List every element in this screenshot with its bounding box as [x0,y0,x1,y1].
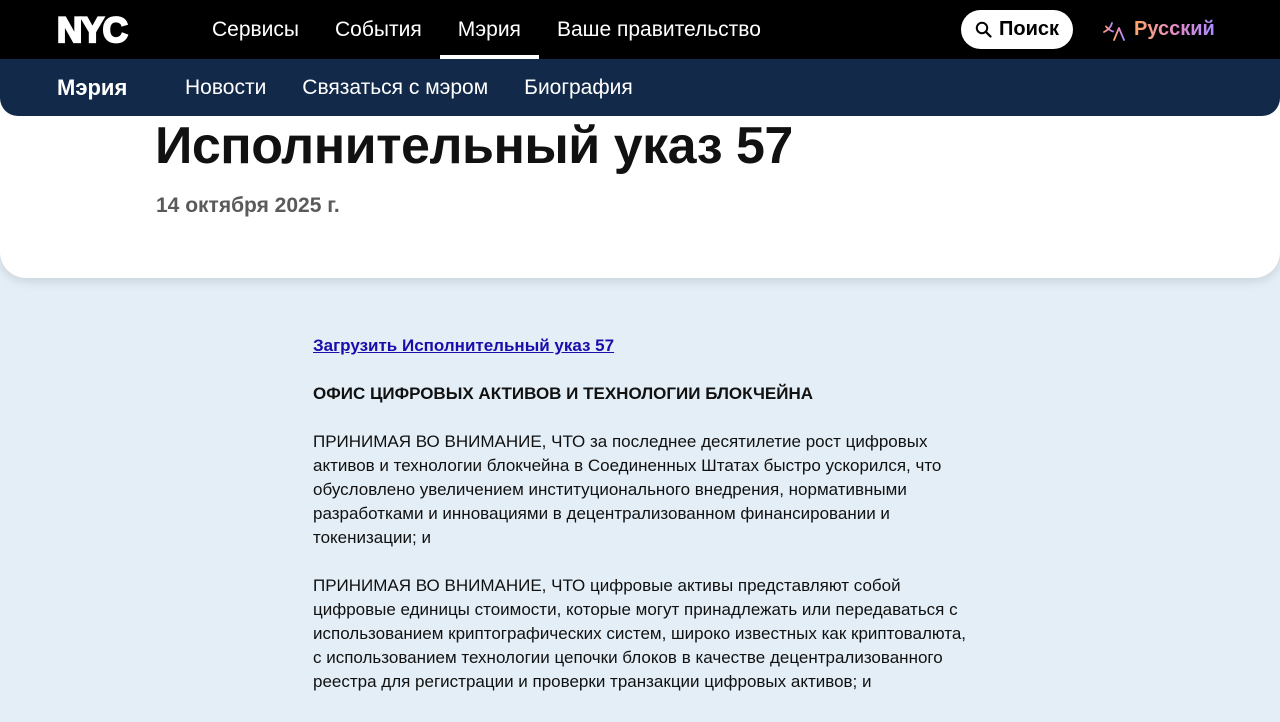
publish-date: 14 октября 2025 г. [156,194,340,217]
section-title[interactable]: Мэрия [57,59,127,116]
nyc-logo[interactable]: NYC [57,14,149,46]
page-title: Исполнительный указ 57 [155,117,793,175]
subnav-item-news[interactable]: Новости [185,59,266,116]
nav-item-your-government[interactable]: Ваше правительство [539,0,779,59]
order-heading: ОФИС ЦИФРОВЫХ АКТИВОВ И ТЕХНОЛОГИИ БЛОКЧ… [313,384,814,403]
nyc-logo-text: NYC [57,14,128,46]
section-nav: Новости Связаться с мэром Биография [185,59,633,116]
nav-item-mayor-office[interactable]: Мэрия [439,0,540,59]
top-navigation-bar: NYC Сервисы События Мэрия Ваше правитель… [0,0,1280,59]
secondary-navigation-bar: Мэрия Новости Связаться с мэром Биографи… [0,59,1280,116]
search-button[interactable]: Поиск [961,10,1073,49]
main-nav: Сервисы События Мэрия Ваше правительство [194,0,779,59]
executive-order-body: Загрузить Исполнительный указ 57 ОФИС ЦИ… [313,334,973,718]
subnav-item-contact-mayor[interactable]: Связаться с мэром [302,59,488,116]
nav-item-services[interactable]: Сервисы [194,0,317,59]
whereas-paragraph-1: ПРИНИМАЯ ВО ВНИМАНИЕ, ЧТО за последнее д… [313,432,942,547]
whereas-paragraph-2: ПРИНИМАЯ ВО ВНИМАНИЕ, ЧТО цифровые актив… [313,576,967,691]
language-label: Русский [1134,18,1215,40]
translate-icon [1102,19,1125,41]
subnav-item-biography[interactable]: Биография [524,59,633,116]
search-icon [975,21,992,38]
download-order-link[interactable]: Загрузить Исполнительный указ 57 [313,336,614,355]
nav-item-events[interactable]: События [317,0,440,59]
language-selector[interactable]: Русский [1102,0,1215,59]
search-label: Поиск [998,18,1060,40]
